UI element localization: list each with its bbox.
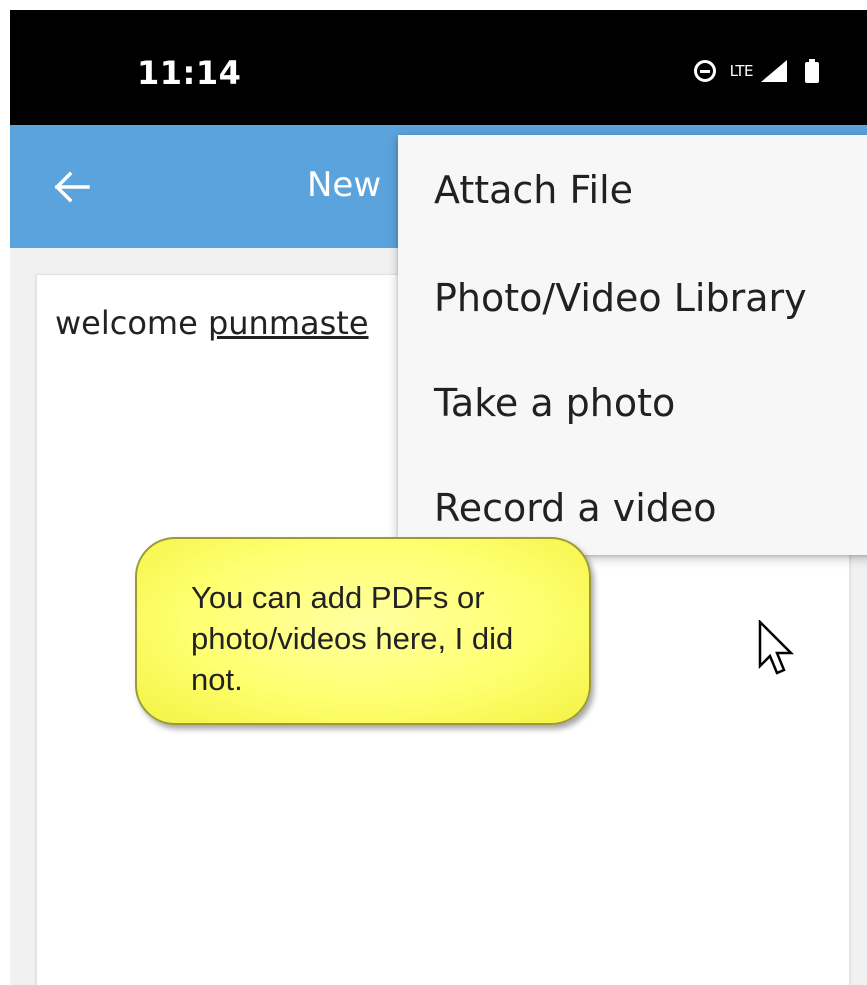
arrow-left-icon[interactable] bbox=[48, 163, 96, 211]
menu-item-photo-video-library[interactable]: Photo/Video Library bbox=[398, 245, 867, 350]
page-title: New bbox=[307, 165, 382, 205]
status-bar: 11:14 LTE bbox=[10, 10, 867, 125]
callout-text: You can add PDFs or photo/videos here, I… bbox=[191, 580, 514, 697]
menu-item-attach-file[interactable]: Attach File bbox=[398, 135, 867, 245]
menu-item-take-photo[interactable]: Take a photo bbox=[398, 350, 867, 455]
status-time: 11:14 bbox=[137, 54, 242, 92]
status-icons: LTE bbox=[693, 56, 819, 86]
network-type-label: LTE bbox=[729, 62, 754, 80]
attachment-menu: Attach File Photo/Video Library Take a p… bbox=[398, 135, 867, 555]
signal-icon bbox=[761, 60, 787, 82]
battery-icon bbox=[805, 59, 819, 83]
mouse-cursor-icon bbox=[758, 620, 794, 675]
username-link[interactable]: punmaste bbox=[208, 304, 369, 342]
annotation-callout: You can add PDFs or photo/videos here, I… bbox=[135, 537, 591, 725]
welcome-text: welcome bbox=[55, 304, 208, 342]
do-not-disturb-icon bbox=[693, 60, 716, 82]
message-body-text[interactable]: welcome punmaste bbox=[55, 304, 369, 342]
